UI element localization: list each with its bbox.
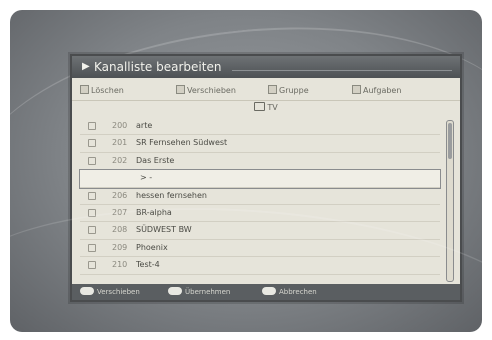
channel-number: 202 bbox=[112, 155, 128, 165]
option-label: Gruppe bbox=[279, 86, 309, 95]
remote-key-icon bbox=[168, 287, 182, 295]
checkbox-icon bbox=[176, 85, 185, 94]
checkbox-icon bbox=[268, 85, 277, 94]
group-selector[interactable]: TV bbox=[72, 101, 460, 115]
cancel-button[interactable]: Abbrechen bbox=[262, 284, 317, 300]
footer-label: Abbrechen bbox=[279, 288, 317, 296]
arrow-right-icon: ▶ bbox=[82, 61, 90, 72]
channel-name: SR Fernsehen Südwest bbox=[136, 138, 228, 148]
apply-button[interactable]: Übernehmen bbox=[168, 284, 230, 300]
lock-icon bbox=[88, 139, 96, 148]
remote-key-icon bbox=[80, 287, 94, 295]
list-item[interactable]: 207 BR-alpha bbox=[80, 205, 440, 223]
lock-icon bbox=[88, 191, 96, 200]
channel-name: Phoenix bbox=[136, 242, 168, 252]
title-bar: ▶ Kanalliste bearbeiten bbox=[72, 56, 460, 78]
options-bar: Löschen Verschieben Gruppe Aufgaben bbox=[72, 80, 460, 101]
option-delete[interactable]: Löschen bbox=[80, 85, 124, 95]
list-item[interactable]: 210 Test-4 bbox=[80, 257, 440, 275]
remote-key-icon bbox=[262, 287, 276, 295]
channel-number: 207 bbox=[112, 207, 128, 217]
scroll-thumb[interactable] bbox=[448, 123, 452, 159]
channel-number: 209 bbox=[112, 242, 128, 252]
option-label: Löschen bbox=[91, 86, 124, 95]
lock-icon bbox=[88, 243, 96, 252]
list-item[interactable]: 208 SÜDWEST BW bbox=[80, 222, 440, 240]
channel-number: 208 bbox=[112, 225, 128, 235]
button-hints-bar: Verschieben Übernehmen Abbrechen bbox=[72, 284, 460, 300]
option-label: Aufgaben bbox=[363, 86, 402, 95]
footer-label: Übernehmen bbox=[185, 288, 231, 296]
list-item[interactable]: 206 hessen fernsehen bbox=[80, 188, 440, 205]
lock-icon bbox=[88, 208, 96, 217]
channel-name: hessen fernsehen bbox=[136, 190, 207, 200]
channel-number: 201 bbox=[112, 138, 128, 148]
footer-label: Verschieben bbox=[97, 288, 140, 296]
option-move[interactable]: Verschieben bbox=[176, 85, 236, 95]
channel-name: BR-alpha bbox=[136, 207, 172, 217]
lock-icon bbox=[88, 122, 96, 130]
channel-number: 206 bbox=[112, 190, 128, 200]
insert-marker: > - bbox=[140, 173, 153, 183]
scrollbar[interactable] bbox=[446, 120, 454, 282]
lock-icon bbox=[88, 156, 96, 165]
channel-name: arte bbox=[136, 121, 153, 130]
page-title: Kanalliste bearbeiten bbox=[94, 60, 222, 74]
list-item[interactable]: 209 Phoenix bbox=[80, 240, 440, 258]
option-group[interactable]: Gruppe bbox=[268, 85, 309, 95]
option-label: Verschieben bbox=[187, 86, 236, 95]
channel-list: 200 arte 201 SR Fernsehen Südwest 202 Da… bbox=[79, 118, 441, 275]
option-tasks[interactable]: Aufgaben bbox=[352, 85, 401, 95]
list-item[interactable]: 202 Das Erste bbox=[80, 153, 440, 171]
checkbox-icon bbox=[80, 85, 89, 94]
tv-icon bbox=[254, 102, 266, 111]
title-divider bbox=[232, 70, 452, 71]
channel-list-editor: ▶ Kanalliste bearbeiten Löschen Verschie… bbox=[70, 54, 462, 302]
channel-name: Test-4 bbox=[136, 260, 160, 270]
lock-icon bbox=[88, 261, 96, 270]
list-item[interactable]: 201 SR Fernsehen Südwest bbox=[80, 135, 440, 153]
checkbox-icon bbox=[352, 85, 361, 94]
group-label: TV bbox=[267, 103, 278, 112]
channel-name: Das Erste bbox=[136, 155, 175, 165]
tv-screen: ▶ Kanalliste bearbeiten Löschen Verschie… bbox=[10, 10, 482, 332]
channel-number: 200 bbox=[112, 121, 128, 130]
channel-number: 210 bbox=[112, 260, 128, 270]
list-item[interactable]: 200 arte bbox=[80, 118, 440, 136]
channel-name: SÜDWEST BW bbox=[136, 225, 192, 235]
move-button[interactable]: Verschieben bbox=[80, 284, 140, 300]
list-item-insert-position[interactable]: > - bbox=[79, 169, 441, 189]
lock-icon bbox=[88, 226, 96, 235]
